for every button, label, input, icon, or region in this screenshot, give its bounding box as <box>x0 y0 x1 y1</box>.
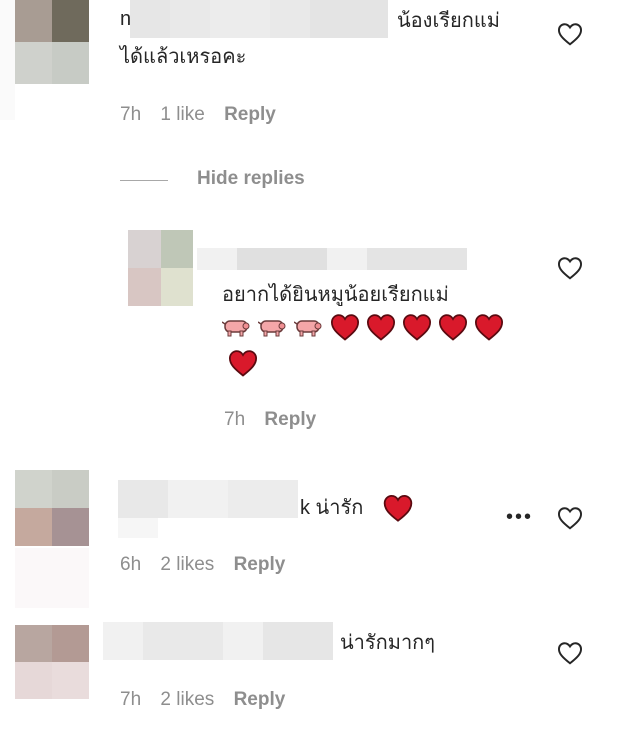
avatar[interactable] <box>128 230 193 306</box>
pig-icon <box>222 320 250 337</box>
comment-text: น้องเรียกแม่ <box>397 10 500 32</box>
divider-line <box>120 180 168 181</box>
like-heart-icon[interactable] <box>557 22 583 46</box>
comment-meta: 7h 2 likes Reply <box>120 689 299 711</box>
blurred-username <box>103 622 333 660</box>
like-heart-icon[interactable] <box>557 641 583 665</box>
comment-time: 7h <box>120 689 142 710</box>
heart-emoji <box>228 350 258 377</box>
avatar[interactable] <box>15 0 89 84</box>
emoji-row <box>222 313 504 341</box>
like-heart-icon[interactable] <box>557 506 583 530</box>
comment-text: k น่ารัก <box>300 497 364 519</box>
comment-likes[interactable]: 2 likes <box>160 554 214 575</box>
pig-icon <box>258 320 286 337</box>
heart-emoji <box>330 314 360 341</box>
reply-button[interactable]: Reply <box>234 689 286 710</box>
heart-emoji <box>402 314 432 341</box>
hide-replies-button[interactable]: Hide replies <box>197 168 305 190</box>
blurred-username <box>197 248 467 270</box>
avatar[interactable] <box>15 625 89 699</box>
comment-meta: 6h 2 likes Reply <box>120 554 299 576</box>
heart-emoji <box>383 495 413 522</box>
reply-button[interactable]: Reply <box>224 104 276 125</box>
comment-text: อยากได้ยินหมูน้อยเรียกแม่ <box>222 284 449 306</box>
comment-time: 7h <box>120 104 142 125</box>
avatar[interactable] <box>15 470 89 546</box>
more-options-button[interactable]: ••• <box>506 506 533 529</box>
comment-text: ได้แล้วเหรอคะ <box>120 46 247 68</box>
heart-emoji <box>366 314 396 341</box>
heart-emoji <box>474 314 504 341</box>
comment-likes[interactable]: 2 likes <box>160 689 214 710</box>
comment-text: น่ารักมากๆ <box>340 632 436 654</box>
avatar-shadow <box>0 0 15 120</box>
emoji-row <box>228 349 258 377</box>
blurred-username <box>118 480 298 518</box>
comment-meta: 7h Reply <box>224 409 330 431</box>
comment-meta: 7h 1 like Reply <box>120 104 290 126</box>
avatar-shadow <box>15 548 89 608</box>
blurred-username <box>130 0 388 38</box>
comment-likes[interactable]: 1 like <box>160 104 204 125</box>
comment-time: 7h <box>224 409 246 430</box>
heart-emoji <box>438 314 468 341</box>
reply-button[interactable]: Reply <box>234 554 286 575</box>
blurred-username <box>118 518 158 538</box>
pig-icon <box>294 320 322 337</box>
like-heart-icon[interactable] <box>557 256 583 280</box>
comment-time: 6h <box>120 554 142 575</box>
reply-button[interactable]: Reply <box>264 409 316 430</box>
